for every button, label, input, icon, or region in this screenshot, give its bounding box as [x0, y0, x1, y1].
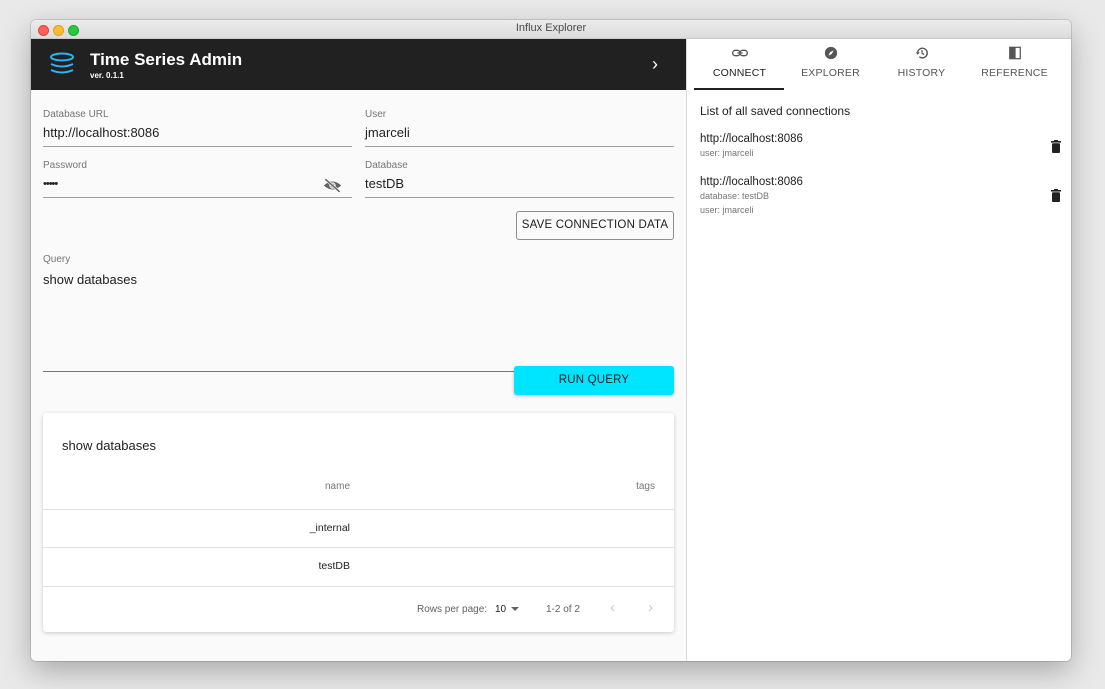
dropdown-arrow-icon — [510, 607, 519, 612]
compass-icon — [824, 46, 837, 60]
active-tab-indicator — [694, 88, 784, 90]
delete-connection-icon[interactable] — [1051, 140, 1061, 153]
database-input[interactable]: testDB — [365, 176, 404, 191]
tab-reference[interactable]: REFERENCE — [969, 39, 1060, 90]
tab-explorer[interactable]: EXPLORER — [785, 39, 876, 90]
connection-url: http://localhost:8086 — [700, 176, 803, 188]
database-url-field[interactable]: Database URL http://localhost:8086 — [43, 109, 352, 147]
table-row: testDB — [43, 547, 674, 586]
tab-connect-label: CONNECT — [712, 67, 767, 79]
table-pagination: Rows per page: 10 1-2 of 2 ‹ › — [43, 586, 674, 633]
tab-history-label: HISTORY — [897, 67, 946, 79]
database-logo-icon — [50, 52, 74, 74]
query-label: Query — [43, 254, 71, 265]
user-field[interactable]: User jmarceli — [365, 109, 674, 147]
query-input[interactable]: show databases — [43, 272, 137, 287]
previous-page-icon[interactable]: ‹ — [610, 599, 615, 616]
app-title: Time Series Admin — [90, 50, 243, 69]
main-panel: Time Series Admin ver. 0.1.1 › Database … — [31, 39, 686, 661]
tab-reference-label: REFERENCE — [981, 67, 1048, 79]
table-cell-name: _internal — [309, 522, 350, 534]
app-window: Influx Explorer Time Series Admin ver. 0… — [31, 20, 1071, 661]
save-connection-button[interactable]: SAVE CONNECTION DATA — [516, 211, 674, 240]
rows-per-page-select[interactable]: 10 — [495, 604, 519, 615]
chevron-right-icon[interactable]: › — [647, 55, 663, 73]
tab-history[interactable]: HISTORY — [876, 39, 967, 90]
database-field[interactable]: Database testDB — [365, 160, 674, 198]
connection-user: user: jmarceli — [700, 148, 754, 158]
saved-connection-item[interactable]: http://localhost:8086 database: testDB u… — [700, 175, 803, 217]
app-bar: Time Series Admin ver. 0.1.1 › — [31, 39, 686, 90]
connection-database: database: testDB — [700, 191, 770, 201]
results-card: show databases name tags _internal testD… — [43, 413, 674, 632]
rows-per-page-label: Rows per page: — [417, 604, 488, 615]
database-url-label: Database URL — [43, 109, 109, 120]
password-field[interactable]: Password ••••• — [43, 160, 352, 198]
password-label: Password — [43, 160, 87, 171]
column-header-name[interactable]: name — [325, 481, 350, 492]
side-panel: CONNECT EXPLORER HISTORY REFERENCE List … — [686, 39, 1071, 661]
next-page-icon[interactable]: › — [648, 599, 653, 616]
connection-user: user: jmarceli — [700, 205, 754, 215]
tab-explorer-label: EXPLORER — [801, 67, 860, 79]
user-input[interactable]: jmarceli — [365, 125, 410, 140]
results-title: show databases — [62, 438, 156, 453]
window-title: Influx Explorer — [515, 22, 587, 34]
visibility-off-icon[interactable] — [323, 178, 342, 193]
table-row: _internal — [43, 509, 674, 548]
link-icon — [731, 49, 748, 57]
delete-connection-icon[interactable] — [1051, 189, 1061, 202]
connection-url: http://localhost:8086 — [700, 133, 803, 145]
table-cell-name: testDB — [318, 560, 350, 572]
app-version: ver. 0.1.1 — [90, 71, 124, 80]
book-icon — [1008, 46, 1021, 60]
column-header-tags[interactable]: tags — [636, 481, 655, 492]
saved-connection-item[interactable]: http://localhost:8086 user: jmarceli — [700, 132, 803, 160]
query-field[interactable]: Query show databases — [43, 254, 674, 372]
run-query-button[interactable]: RUN QUERY — [514, 366, 674, 395]
database-label: Database — [365, 160, 408, 171]
pagination-range: 1-2 of 2 — [546, 604, 580, 615]
database-url-input[interactable]: http://localhost:8086 — [43, 125, 159, 140]
tab-connect[interactable]: CONNECT — [694, 39, 785, 90]
password-input[interactable]: ••••• — [43, 178, 58, 190]
saved-connections-header: List of all saved connections — [700, 104, 851, 118]
title-bar: Influx Explorer — [31, 20, 1071, 39]
user-label: User — [365, 109, 387, 120]
history-icon — [915, 47, 928, 59]
